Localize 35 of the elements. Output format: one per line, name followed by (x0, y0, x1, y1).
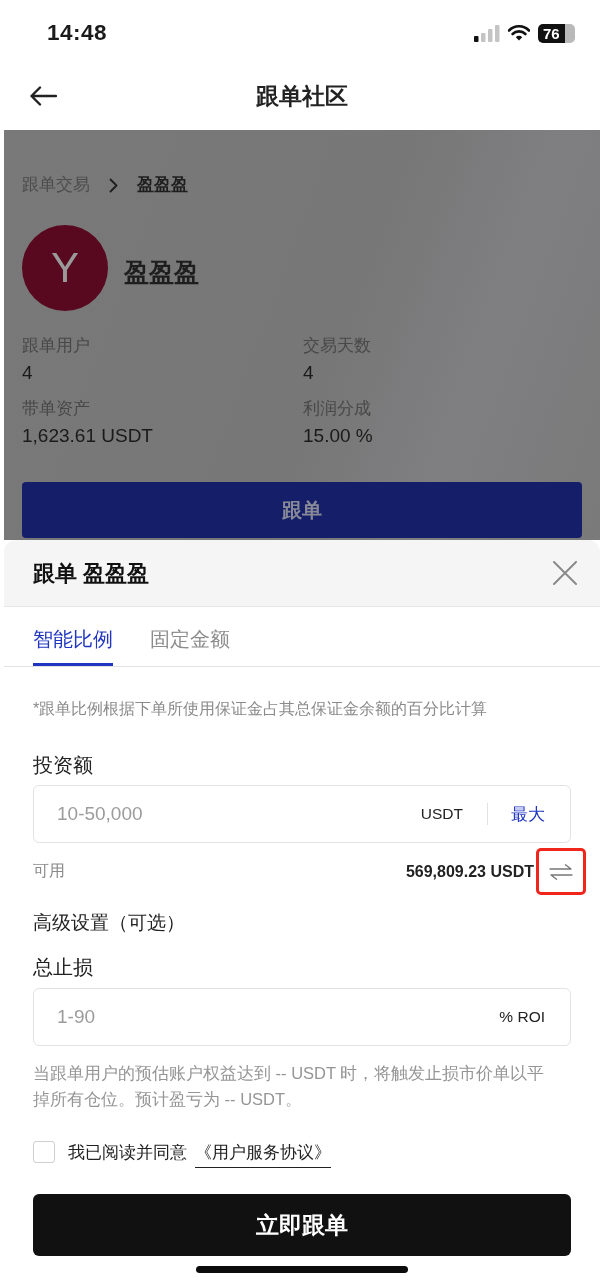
sheet-title: 跟单 盈盈盈 (33, 560, 149, 588)
max-button[interactable]: 最大 (511, 802, 545, 826)
signal-icon (474, 24, 500, 42)
close-icon (553, 561, 577, 585)
follow-now-button[interactable]: 立即跟单 (33, 1194, 571, 1256)
unit-label: % ROI (499, 1008, 545, 1026)
agree-checkbox[interactable] (33, 1141, 55, 1163)
ratio-note: *跟单比例根据下单所使用保证金占其总保证金余额的百分比计算 (33, 698, 489, 718)
breadcrumb-current: 盈盈盈 (137, 175, 188, 195)
mode-tab[interactable]: 智能比例 (33, 627, 113, 666)
battery-indicator: 76 (538, 23, 575, 43)
stat-value: 4 (303, 361, 314, 385)
available-label: 可用 (33, 861, 65, 881)
stat-value: 1,623.61 USDT (22, 424, 153, 448)
status-time: 14:48 (47, 20, 108, 46)
follow-button[interactable]: 跟单 (22, 482, 582, 538)
back-arrow-icon (30, 86, 57, 106)
stat-value: 15.00 % (303, 424, 373, 448)
available-value: 569,809.23 USDT (405, 862, 534, 881)
page-title: 跟单社区 (255, 81, 349, 111)
field-label: 总止损 (33, 955, 94, 980)
wifi-icon (508, 25, 530, 41)
stat-value: 4 (22, 361, 33, 385)
close-button[interactable] (553, 561, 577, 585)
stop-loss-note: 当跟单用户的预估账户权益达到 -- USDT 时，将触发止损市价单以平掉所有仓位。预计盈亏为 -- USDT。 (33, 1063, 546, 1110)
agreement-text: 我已阅读并同意 (68, 1141, 187, 1164)
trader-name: 盈盈盈 (124, 256, 199, 288)
unit-label: USDT (420, 805, 463, 823)
field-label: 投资额 (33, 753, 94, 777)
swap-icon[interactable] (549, 863, 573, 880)
avatar: Y (22, 225, 108, 311)
agreement-link[interactable]: 《用户服务协议》 (195, 1140, 331, 1168)
section-title: 高级设置（可选） (33, 911, 186, 935)
back-button[interactable] (30, 86, 57, 106)
chevron-right-icon (109, 177, 118, 193)
